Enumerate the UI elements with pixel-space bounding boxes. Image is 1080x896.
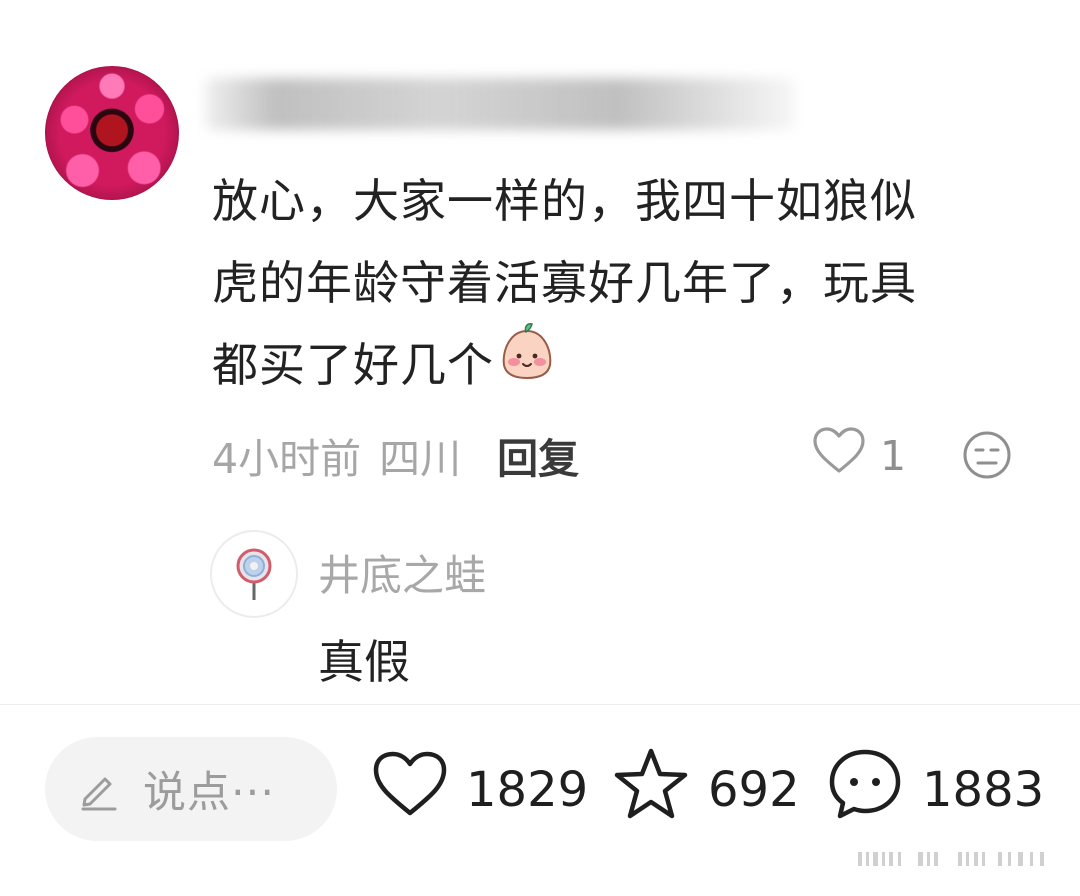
comment-input[interactable]: 说点···: [45, 737, 337, 841]
comment-meta: 4小时前 四川 回复: [212, 425, 579, 485]
divider: [0, 704, 1080, 705]
favorite-button[interactable]: 692: [612, 748, 800, 832]
commenter-avatar[interactable]: [45, 66, 179, 200]
comment-body: 放心，大家一样的，我四十如狼似 虎的年龄守着活寡好几年了，玩具 都买了好几个: [212, 160, 1042, 406]
reaction-neutral-face-icon[interactable]: [962, 430, 1012, 480]
watermark-bars-icon: [858, 848, 1058, 870]
comment-line-2: 虎的年龄守着活寡好几年了，玩具: [212, 256, 917, 310]
favorite-count: 692: [708, 762, 800, 818]
like-button[interactable]: 1829: [372, 748, 588, 832]
comment-line-1: 放心，大家一样的，我四十如狼似: [212, 174, 917, 228]
heart-icon: [372, 750, 448, 830]
star-icon: [612, 746, 690, 834]
like-count: 1829: [466, 762, 589, 818]
commenter-name-blurred[interactable]: [205, 78, 795, 130]
comment-location: 四川: [379, 435, 462, 483]
reply-button[interactable]: 回复: [497, 425, 579, 485]
reply-avatar[interactable]: [210, 530, 298, 618]
comment-count: 1883: [922, 762, 1045, 818]
peach-smile-emoji-icon: [498, 321, 556, 406]
comment-input-placeholder: 说点···: [143, 768, 276, 818]
comment-line-3: 都买了好几个: [212, 321, 1042, 406]
comment-like-button[interactable]: 1: [812, 426, 907, 486]
comment-time: 4小时前: [212, 435, 362, 483]
speech-bubble-icon: [826, 746, 904, 834]
reply-text: 真假: [318, 635, 410, 689]
comment-like-count: 1: [880, 432, 907, 480]
comment-count-button[interactable]: 1883: [826, 748, 1044, 832]
heart-icon: [812, 426, 866, 486]
reply-author[interactable]: 井底之蛙: [318, 542, 486, 603]
comment-line-3-text: 都买了好几个: [212, 338, 494, 392]
pen-icon: [77, 767, 121, 811]
